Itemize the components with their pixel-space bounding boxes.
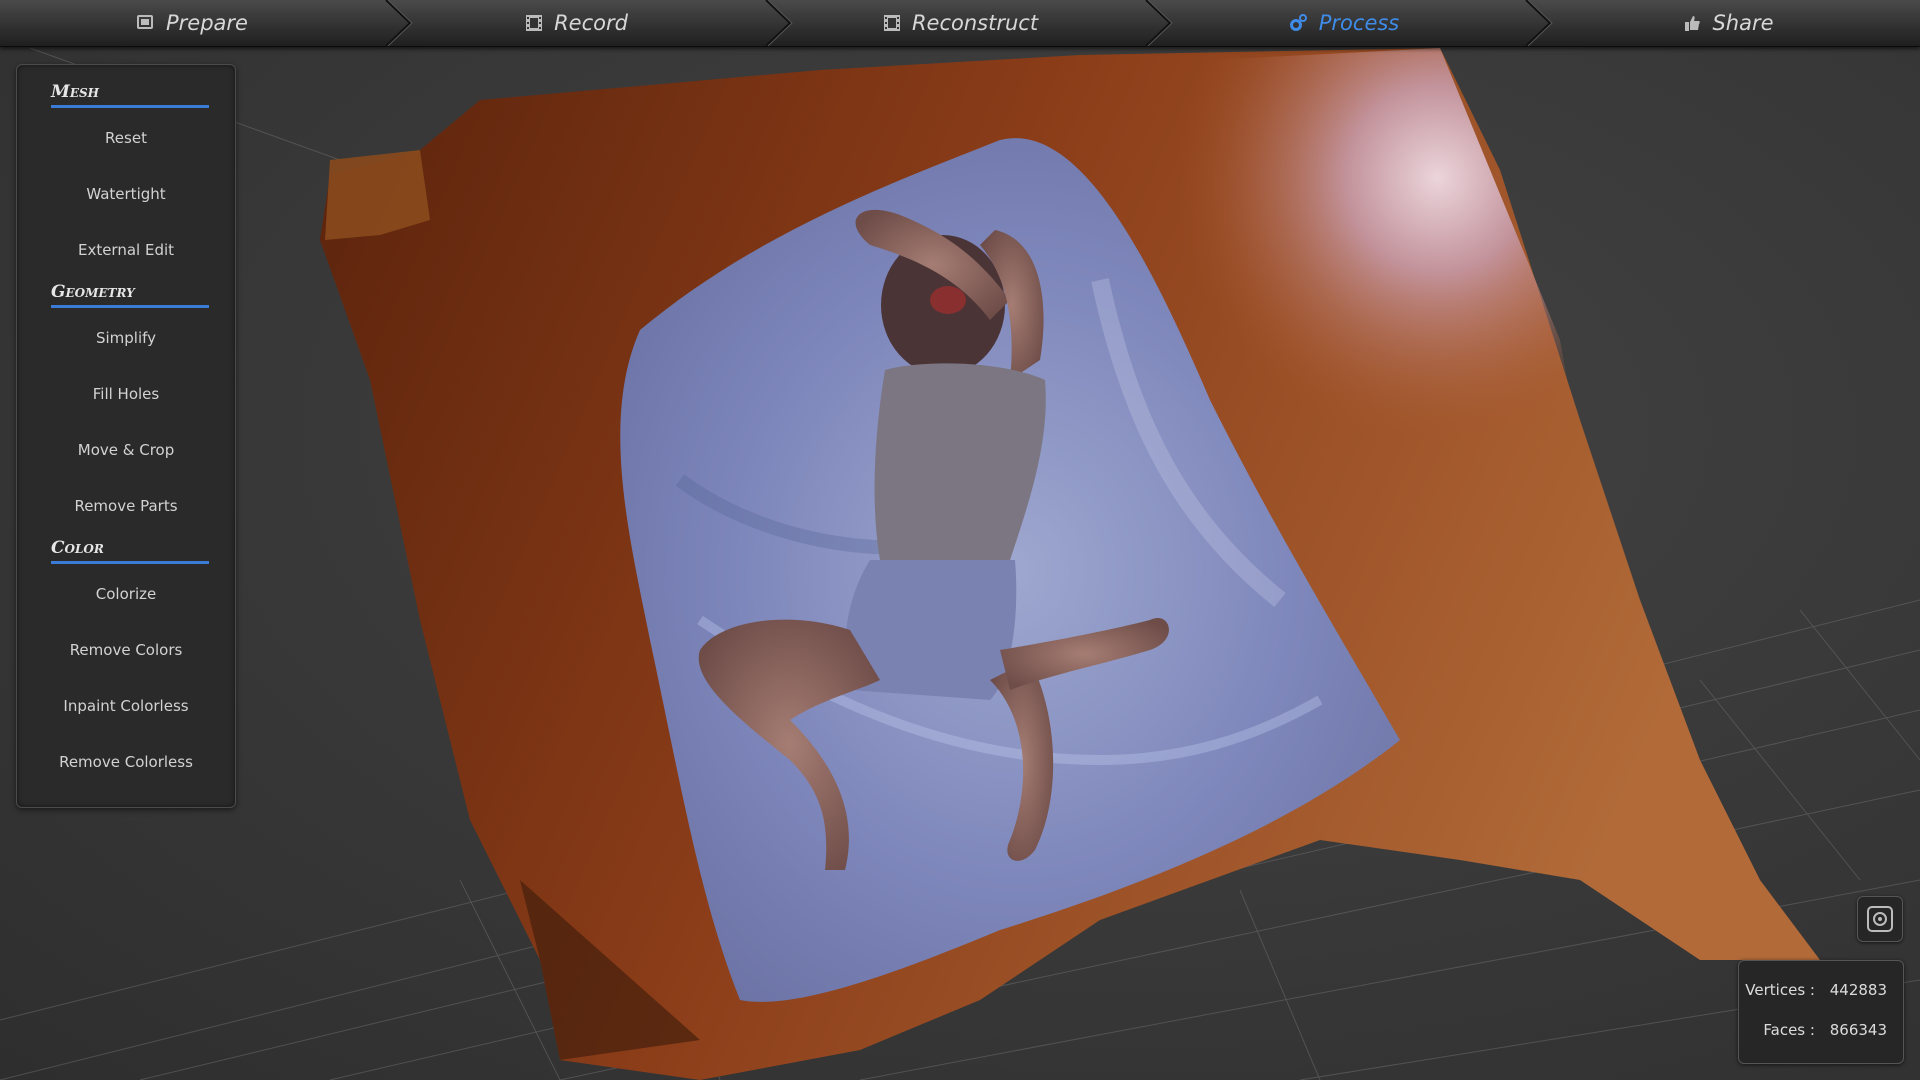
mesh-stats-panel: Vertices : 442883 Faces : 866343 — [1738, 960, 1904, 1064]
faces-label: Faces : — [1763, 1021, 1815, 1039]
colorize-button[interactable]: Colorize — [31, 576, 221, 612]
film-icon — [524, 13, 544, 33]
faces-value: 866343 — [1829, 1021, 1887, 1039]
step-prepare[interactable]: Prepare — [0, 0, 384, 46]
step-label: Prepare — [166, 11, 248, 35]
process-tools-panel: Mesh Reset Watertight External Edit Geom… — [16, 64, 236, 808]
section-heading-geometry: Geometry — [51, 279, 209, 308]
prepare-icon — [136, 13, 156, 33]
simplify-button[interactable]: Simplify — [31, 320, 221, 356]
reset-button[interactable]: Reset — [31, 120, 221, 156]
step-record[interactable]: Record — [384, 0, 768, 46]
external-edit-button[interactable]: External Edit — [31, 232, 221, 268]
step-reconstruct[interactable]: Reconstruct — [768, 0, 1152, 46]
thumbs-up-icon — [1682, 13, 1702, 33]
vertices-value: 442883 — [1829, 981, 1887, 999]
step-label: Reconstruct — [911, 11, 1039, 35]
watertight-button[interactable]: Watertight — [31, 176, 221, 212]
fill-holes-button[interactable]: Fill Holes — [31, 376, 221, 412]
vertices-stat: Vertices : 442883 — [1739, 981, 1887, 999]
step-label: Share — [1712, 11, 1774, 35]
remove-colors-button[interactable]: Remove Colors — [31, 632, 221, 668]
3d-viewport[interactable] — [0, 0, 1920, 1080]
gears-icon — [1289, 13, 1309, 33]
viewport-scene — [0, 47, 1920, 1080]
snapshot-icon — [1867, 906, 1893, 932]
step-share[interactable]: Share — [1536, 0, 1920, 46]
step-process[interactable]: Process — [1152, 0, 1536, 46]
remove-colorless-button[interactable]: Remove Colorless — [31, 744, 221, 780]
section-heading-color: Color — [51, 535, 209, 564]
inpaint-colorless-button[interactable]: Inpaint Colorless — [31, 688, 221, 724]
section-heading-mesh: Mesh — [51, 79, 209, 108]
remove-parts-button[interactable]: Remove Parts — [31, 488, 221, 524]
snapshot-button[interactable] — [1857, 896, 1903, 942]
film-icon — [882, 13, 902, 33]
step-label: Process — [1318, 11, 1400, 35]
step-label: Record — [554, 11, 628, 35]
vertices-label: Vertices : — [1745, 981, 1815, 999]
move-crop-button[interactable]: Move & Crop — [31, 432, 221, 468]
workflow-bar: Prepare Record Reconstruct Process Share — [0, 0, 1920, 47]
faces-stat: Faces : 866343 — [1739, 1021, 1887, 1039]
